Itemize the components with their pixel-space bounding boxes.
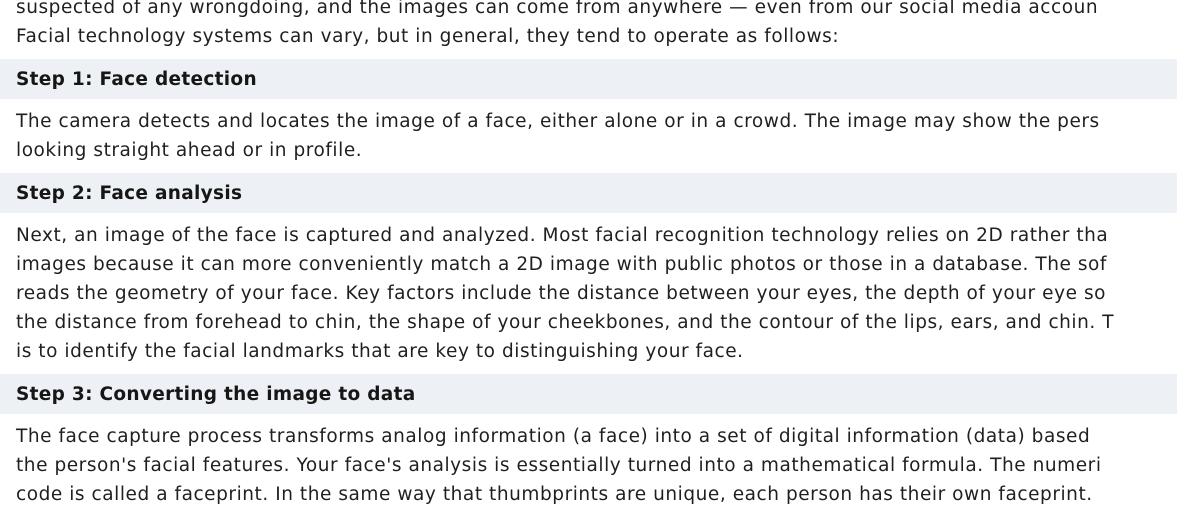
intro-paragraph: suspected of any wrongdoing, and the ima… <box>16 0 1177 51</box>
text-line: images because it can more conveniently … <box>16 254 1107 275</box>
step-3-paragraph: The face capture process transforms anal… <box>16 422 1177 509</box>
text-line: the distance from forehead to chin, the … <box>16 312 1115 333</box>
text-line: Next, an image of the face is captured a… <box>16 225 1109 246</box>
step-1-heading: Step 1: Face detection <box>16 68 257 90</box>
text-line: code is called a faceprint. In the same … <box>16 484 1093 505</box>
step-2-heading-bar: Step 2: Face analysis <box>0 173 1177 213</box>
text-line: reads the geometry of your face. Key fac… <box>16 283 1106 304</box>
article-body: suspected of any wrongdoing, and the ima… <box>0 0 1177 525</box>
step-2-heading: Step 2: Face analysis <box>16 182 243 204</box>
text-line: Facial technology systems can vary, but … <box>16 26 840 47</box>
text-line: The face capture process transforms anal… <box>16 426 1091 447</box>
text-line: The camera detects and locates the image… <box>16 111 1100 132</box>
step-1-heading-bar: Step 1: Face detection <box>0 59 1177 99</box>
step-1-paragraph: The camera detects and locates the image… <box>16 107 1177 165</box>
step-2-paragraph: Next, an image of the face is captured a… <box>16 221 1177 366</box>
step-3-heading: Step 3: Converting the image to data <box>16 383 416 405</box>
text-line: looking straight ahead or in profile. <box>16 140 363 161</box>
step-3-heading-bar: Step 3: Converting the image to data <box>0 374 1177 414</box>
text-line: suspected of any wrongdoing, and the ima… <box>16 0 1099 18</box>
text-line: the person's facial features. Your face'… <box>16 455 1102 476</box>
text-line: is to identify the facial landmarks that… <box>16 341 744 362</box>
